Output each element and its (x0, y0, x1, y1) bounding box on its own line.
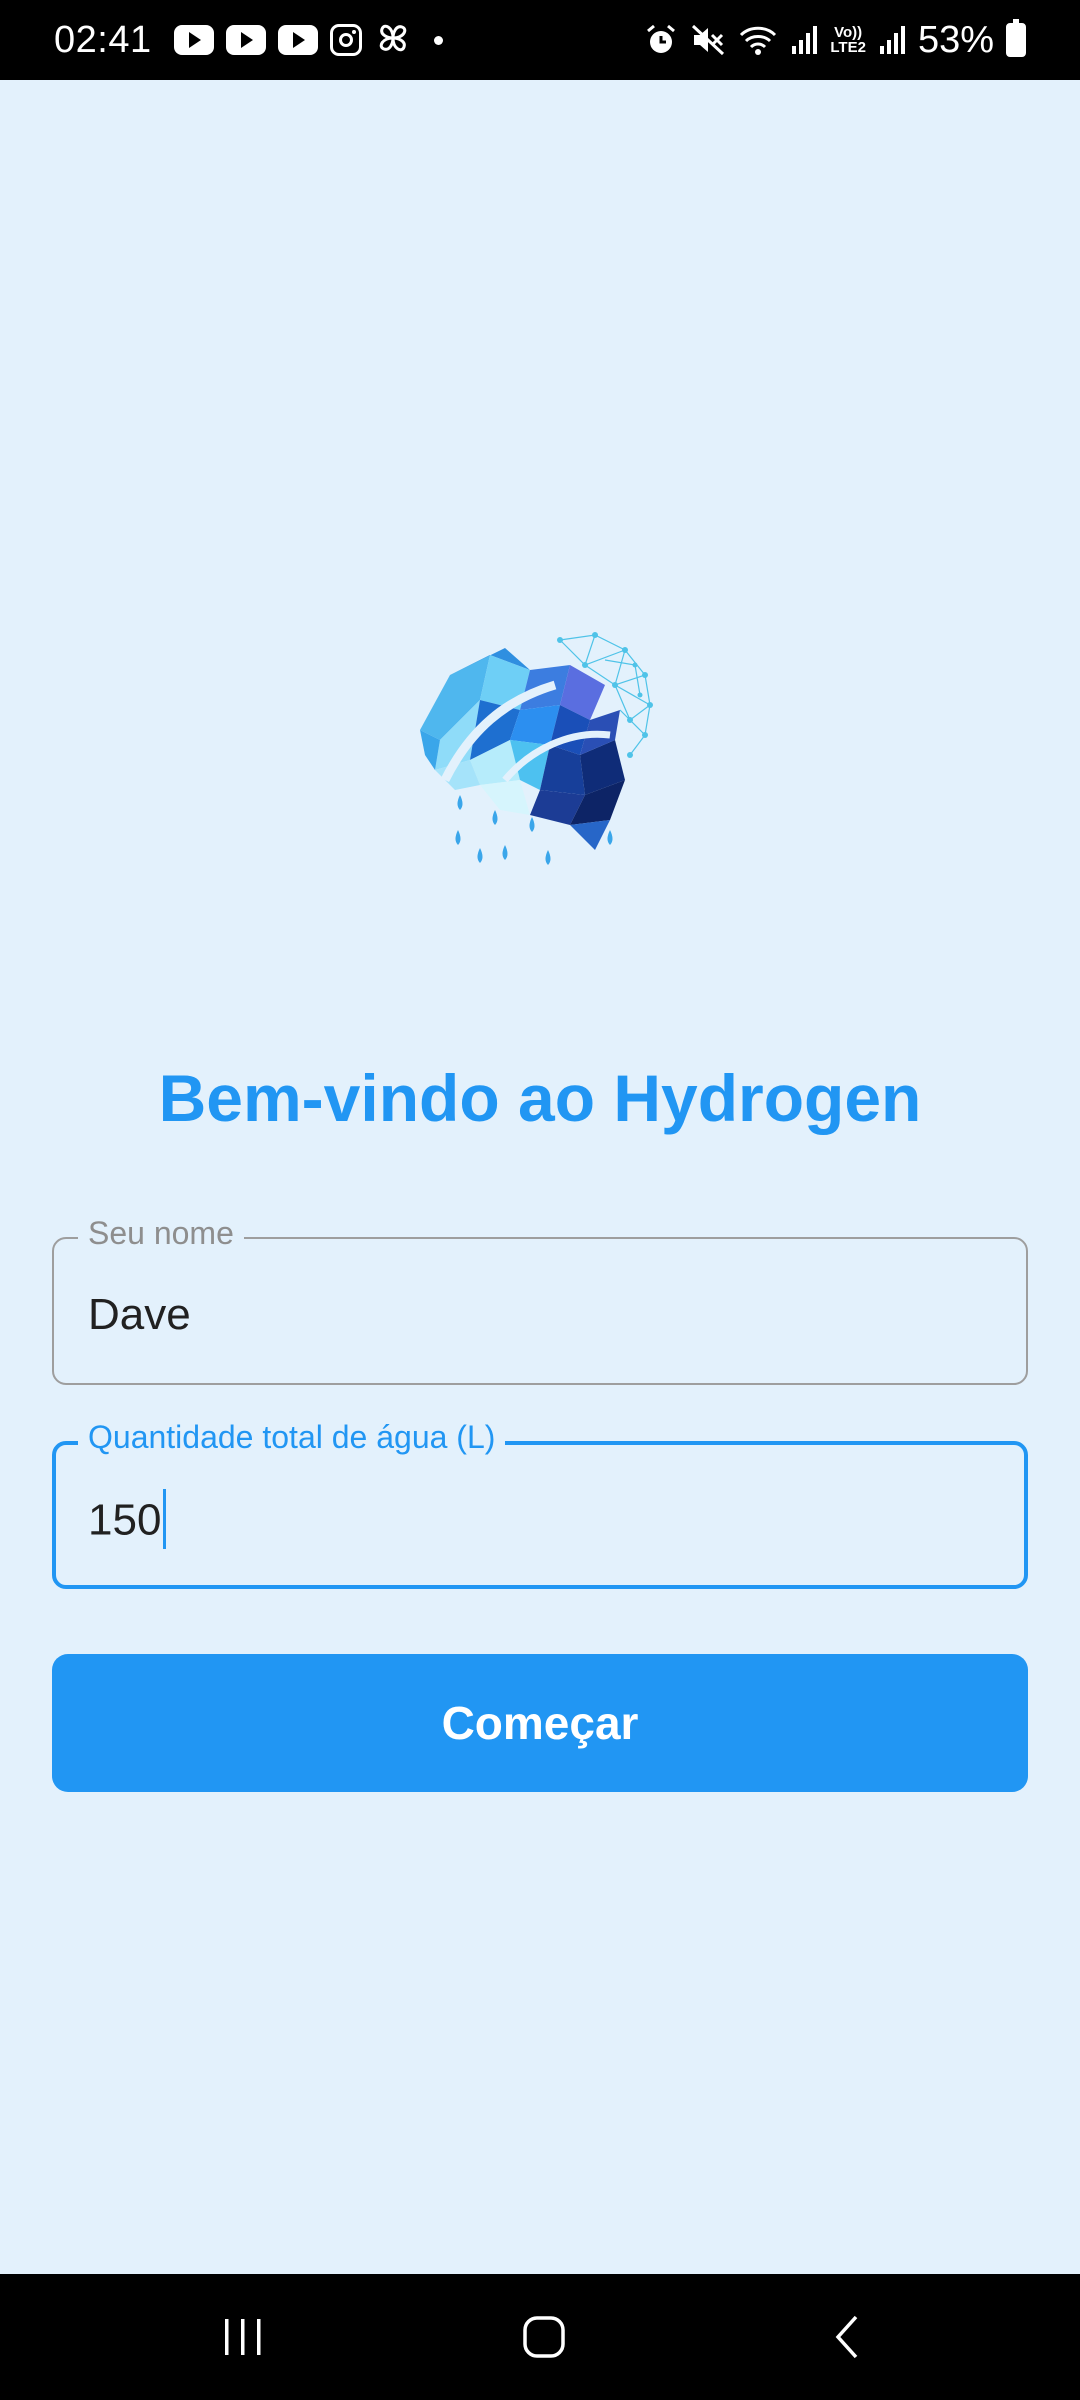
recents-icon[interactable] (183, 2274, 303, 2400)
instagram-icon (329, 24, 362, 56)
youtube-icon (173, 25, 214, 55)
home-icon[interactable] (484, 2274, 604, 2400)
more-dot-icon (433, 35, 443, 45)
battery-percent: 53% (917, 18, 994, 61)
start-button[interactable]: Começar (52, 1654, 1028, 1792)
text-caret (163, 1489, 167, 1549)
water-amount-label: Quantidade total de água (L) (78, 1417, 506, 1457)
wifi-icon (738, 23, 778, 57)
signal-icon (878, 24, 906, 56)
mute-icon (690, 23, 726, 57)
youtube-icon (277, 25, 318, 55)
pinwheel-icon (374, 19, 412, 62)
network-type: Vo)) LTE2 (830, 25, 866, 55)
battery-charging-icon (1006, 19, 1026, 57)
status-left: 02:41 (54, 19, 443, 62)
page-title: Bem-vindo ao Hydrogen (158, 1061, 922, 1135)
water-amount-input[interactable]: 150 (88, 1489, 167, 1553)
alarm-icon (644, 23, 678, 57)
navigation-bar (0, 2274, 1080, 2400)
clock: 02:41 (54, 18, 152, 61)
water-amount-value: 150 (88, 1495, 162, 1545)
lte-label: LTE2 (830, 39, 866, 56)
water-amount-field[interactable]: Quantidade total de água (L) 150 (52, 1417, 1028, 1589)
name-field-label: Seu nome (78, 1213, 244, 1253)
back-icon[interactable] (787, 2274, 907, 2400)
signal-icon (790, 24, 818, 56)
hydrogen-brain-logo (410, 630, 670, 880)
status-bar: 02:41 Vo)) LTE2 53% (0, 0, 1080, 80)
name-field-value[interactable]: Dave (88, 1289, 191, 1341)
youtube-icon (225, 25, 266, 55)
name-field[interactable]: Seu nome Dave (52, 1213, 1028, 1385)
status-right: Vo)) LTE2 53% (644, 19, 1026, 62)
